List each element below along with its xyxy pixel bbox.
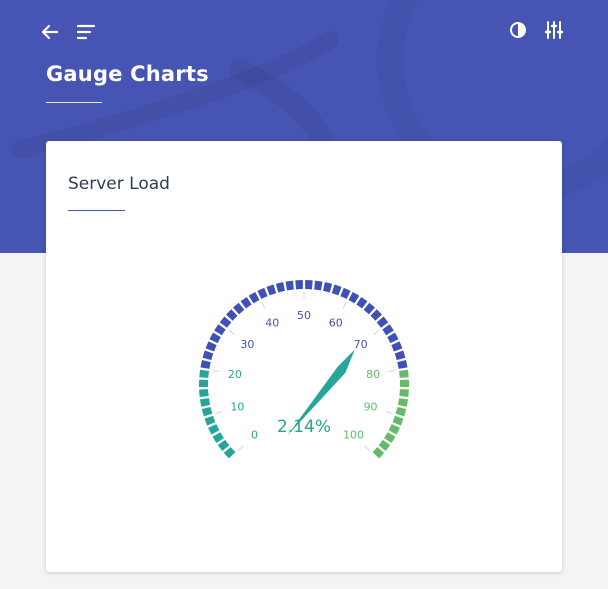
back-arrow-icon[interactable] (40, 22, 60, 42)
gauge-band-segment (391, 341, 403, 352)
gauge-tick (342, 301, 347, 309)
gauge-band-segment (200, 360, 211, 369)
gauge-band-segment (397, 360, 408, 369)
gauge-band-segment (372, 447, 385, 459)
gauge-band-segment (399, 379, 410, 388)
gauge-chart: 0 10 20 30 40 50 60 70 80 90 100 2.14% (199, 280, 410, 459)
gauge-band-segment (205, 341, 217, 352)
gauge-band-segment (226, 309, 238, 321)
gauge-band-segment (217, 439, 230, 452)
gauge-tick (215, 411, 223, 415)
gauge-band-segment (392, 415, 404, 426)
gauge-tick-label: 20 (228, 368, 242, 381)
gauge-band-segment (394, 350, 406, 361)
gauge-tick-label: 10 (230, 401, 244, 414)
gauge-tick (388, 369, 396, 373)
gauge-band-segment (323, 282, 333, 293)
gauge-band-segment (199, 379, 209, 388)
gauge-band-segment (356, 296, 368, 309)
gauge-band-segment (399, 389, 409, 397)
gauge-tick-label: 40 (265, 317, 279, 330)
gauge-value-label: 2.14% (277, 417, 331, 437)
sliders-icon[interactable] (544, 20, 564, 40)
gauge-band-segment (212, 432, 224, 444)
gauge-band-segment (388, 424, 400, 435)
contrast-icon[interactable] (508, 20, 528, 40)
gauge-band-segment (387, 332, 399, 344)
gauge-band-segment (285, 280, 294, 291)
gauge-tick-label: 80 (366, 368, 380, 381)
gauge-tick (237, 445, 244, 452)
gauge-band-segment (219, 316, 232, 328)
gauge-tick-label: 70 (354, 338, 368, 351)
gauge-band-segment (199, 369, 210, 378)
gauge-band-segment (331, 284, 342, 296)
gauge-band-segment (295, 280, 303, 290)
gauge-band-segment (240, 296, 252, 309)
gauge-band-segment (305, 280, 313, 290)
gauge-band-segment (397, 398, 409, 407)
gauge-tick-label: 30 (240, 338, 254, 351)
gauge-tick-label: 50 (297, 309, 311, 322)
gauge-band-segment (208, 424, 220, 435)
gauge-band-segment (232, 302, 245, 315)
gauge-tick (385, 411, 393, 415)
gauge-band-segment (202, 350, 214, 361)
gauge-band-segment (382, 324, 394, 336)
gauge-tick (261, 301, 266, 309)
page-title-underline (46, 102, 102, 103)
gauge-band-segment (275, 282, 285, 293)
gauge-band-segment (378, 439, 391, 452)
gauge-band-segment (214, 324, 226, 336)
gauge-band-segment (376, 316, 389, 328)
gauge-band-segment (395, 406, 407, 417)
menu-lines-icon[interactable] (76, 22, 96, 42)
gauge-band-segment (209, 332, 221, 344)
gauge-tick-label: 0 (251, 428, 258, 441)
gauge-band-segment (257, 287, 268, 299)
gauge-band-segment (370, 309, 382, 321)
gauge-band-segment (363, 302, 376, 315)
gauge-tick (364, 445, 371, 452)
gauge-band-segment (223, 447, 236, 459)
server-load-card: Server Load 0 10 20 30 40 50 60 70 80 90 100 2.14% (46, 141, 562, 572)
gauge-band-segment (314, 280, 323, 291)
page-title: Gauge Charts (46, 62, 209, 86)
gauge-band-segment (266, 284, 277, 296)
gauge-band-segment (204, 415, 216, 426)
gauge-band-segment (199, 389, 209, 397)
gauge-band-segment (340, 287, 351, 299)
gauge-tick (373, 329, 380, 335)
gauge-tick-label: 90 (364, 401, 378, 414)
gauge-band-segment (398, 369, 409, 378)
gauge-band-segment (248, 291, 260, 304)
gauge-tick (228, 329, 235, 335)
gauge-band-segment (384, 432, 396, 444)
gauge-tick-label: 100 (343, 428, 364, 441)
gauge-band-segment (199, 398, 211, 407)
gauge-band-segment (348, 291, 360, 304)
gauge-tick-label: 60 (329, 317, 343, 330)
gauge-band-segment (201, 406, 213, 417)
gauge-tick (212, 369, 220, 373)
